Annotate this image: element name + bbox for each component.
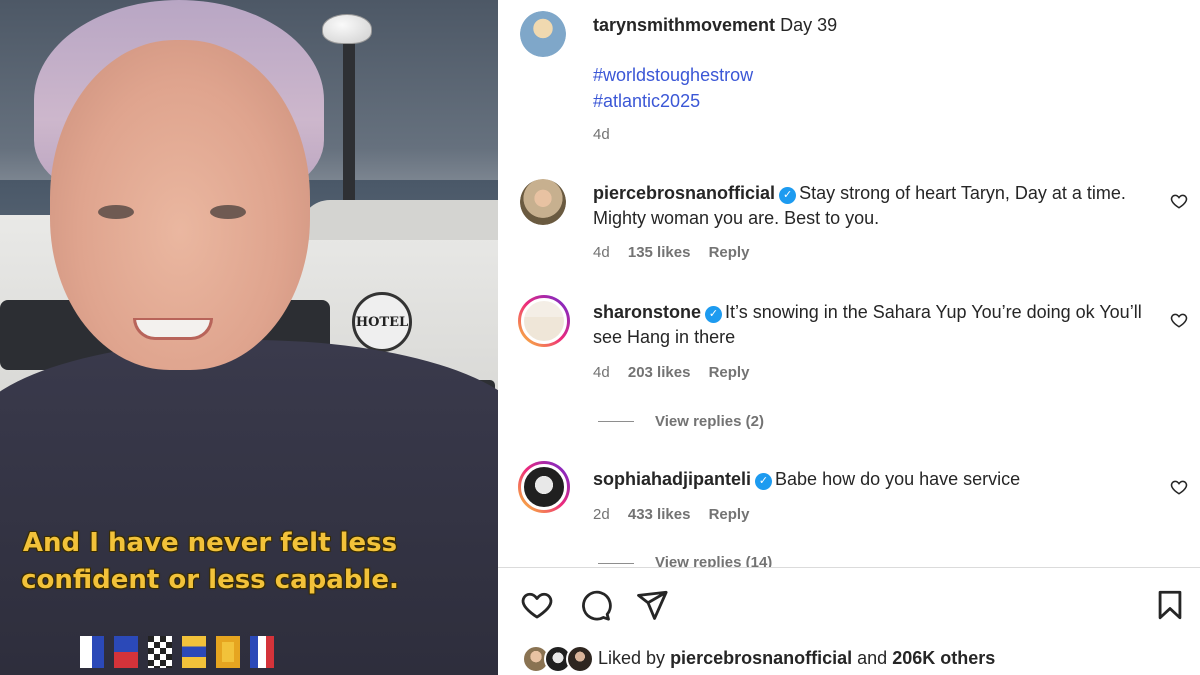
commenter-avatar[interactable]	[520, 179, 566, 225]
boat-rim	[300, 200, 498, 240]
view-replies-button[interactable]: View replies (2)	[598, 413, 764, 430]
commenter-avatar[interactable]	[518, 295, 570, 347]
comment-likes[interactable]: 203 likes	[628, 364, 691, 381]
share-icon[interactable]	[635, 588, 669, 622]
comment-text: Babe how do you have service	[775, 469, 1021, 489]
hashtag-link[interactable]: #worldstoughestrow	[593, 65, 753, 86]
liked-by-prefix: Liked by	[598, 648, 666, 668]
verified-badge-icon: ✓	[705, 306, 723, 323]
reply-button[interactable]: Reply	[709, 244, 750, 261]
actions-divider	[498, 567, 1200, 568]
signal-flag	[114, 636, 138, 668]
bookmark-icon[interactable]	[1153, 588, 1187, 622]
hashtag-link[interactable]: #atlantic2025	[593, 91, 700, 112]
comment-meta: 2d 433 likes Reply	[593, 506, 763, 523]
antenna-pole	[343, 30, 355, 200]
signal-flag	[80, 636, 104, 668]
comment-time: 4d	[593, 364, 610, 381]
comment-body: piercebrosnanofficial ✓ Stay strong of hea…	[593, 181, 1153, 231]
gps-antenna	[322, 14, 372, 44]
replies-divider-line	[598, 421, 634, 422]
comment-like-heart-icon[interactable]	[1170, 311, 1188, 329]
heart-icon[interactable]	[520, 588, 554, 622]
person-shirt	[0, 340, 498, 675]
comment-username[interactable]: piercebrosnanofficial	[593, 183, 775, 203]
hotel-sticker: HOTEL	[352, 292, 412, 352]
liked-by-summary[interactable]: Liked by piercebrosnanofficial and 206K …	[598, 648, 995, 669]
comment-body: sharonstone ✓ It’s snowing in the Sahara Y…	[593, 300, 1153, 350]
view-replies-label: View replies (14)	[655, 554, 773, 567]
comment-like-heart-icon[interactable]	[1170, 192, 1188, 210]
commenter-avatar[interactable]	[518, 461, 570, 513]
person-eye-right	[210, 205, 246, 219]
signal-flag	[216, 636, 240, 668]
post-author-line: tarynsmithmovement Day 39	[593, 15, 837, 36]
person-eye-left	[98, 205, 134, 219]
post-media-video[interactable]: HOTEL And I have never felt less confide…	[0, 0, 498, 675]
view-replies-label: View replies (2)	[655, 413, 764, 430]
verified-badge-icon: ✓	[779, 187, 797, 204]
video-caption: And I have never felt less confident or …	[21, 528, 399, 595]
reply-button[interactable]: Reply	[709, 364, 750, 381]
comment-likes[interactable]: 135 likes	[628, 244, 691, 261]
post-text: Day 39	[780, 15, 838, 35]
comment-username[interactable]: sharonstone	[593, 302, 701, 322]
liked-by-and: and	[857, 648, 888, 668]
signal-flag	[250, 636, 274, 668]
comment-username[interactable]: sophiahadjipanteli	[593, 469, 751, 489]
comment-like-heart-icon[interactable]	[1170, 478, 1188, 496]
liked-by-user[interactable]: piercebrosnanofficial	[670, 648, 852, 668]
hotel-sticker-text: HOTEL	[355, 314, 409, 330]
person-mouth	[133, 318, 213, 340]
comment-time: 2d	[593, 506, 610, 523]
liked-by-others[interactable]: 206K others	[892, 648, 995, 668]
signal-flag	[182, 636, 206, 668]
reply-button[interactable]: Reply	[709, 506, 750, 523]
author-username[interactable]: tarynsmithmovement	[593, 15, 775, 35]
comment-meta: 4d 203 likes Reply	[593, 364, 763, 381]
comment-time: 4d	[593, 244, 610, 261]
signal-flag	[148, 636, 172, 668]
verified-badge-icon: ✓	[755, 473, 773, 490]
view-replies-button[interactable]: View replies (14)	[598, 554, 772, 567]
comment-icon[interactable]	[578, 588, 612, 622]
signal-flags	[80, 636, 274, 668]
comment-likes[interactable]: 433 likes	[628, 506, 691, 523]
post-detail-panel: tarynsmithmovement Day 39 #worldstoughes…	[498, 0, 1200, 675]
comment-body: sophiahadjipanteli ✓ Babe how do you have …	[593, 467, 1153, 492]
comment-meta: 4d 135 likes Reply	[593, 244, 763, 261]
liker-avatar[interactable]	[566, 645, 594, 673]
author-avatar[interactable]	[520, 11, 566, 57]
replies-divider-line	[598, 563, 634, 564]
post-timestamp: 4d	[593, 126, 610, 143]
